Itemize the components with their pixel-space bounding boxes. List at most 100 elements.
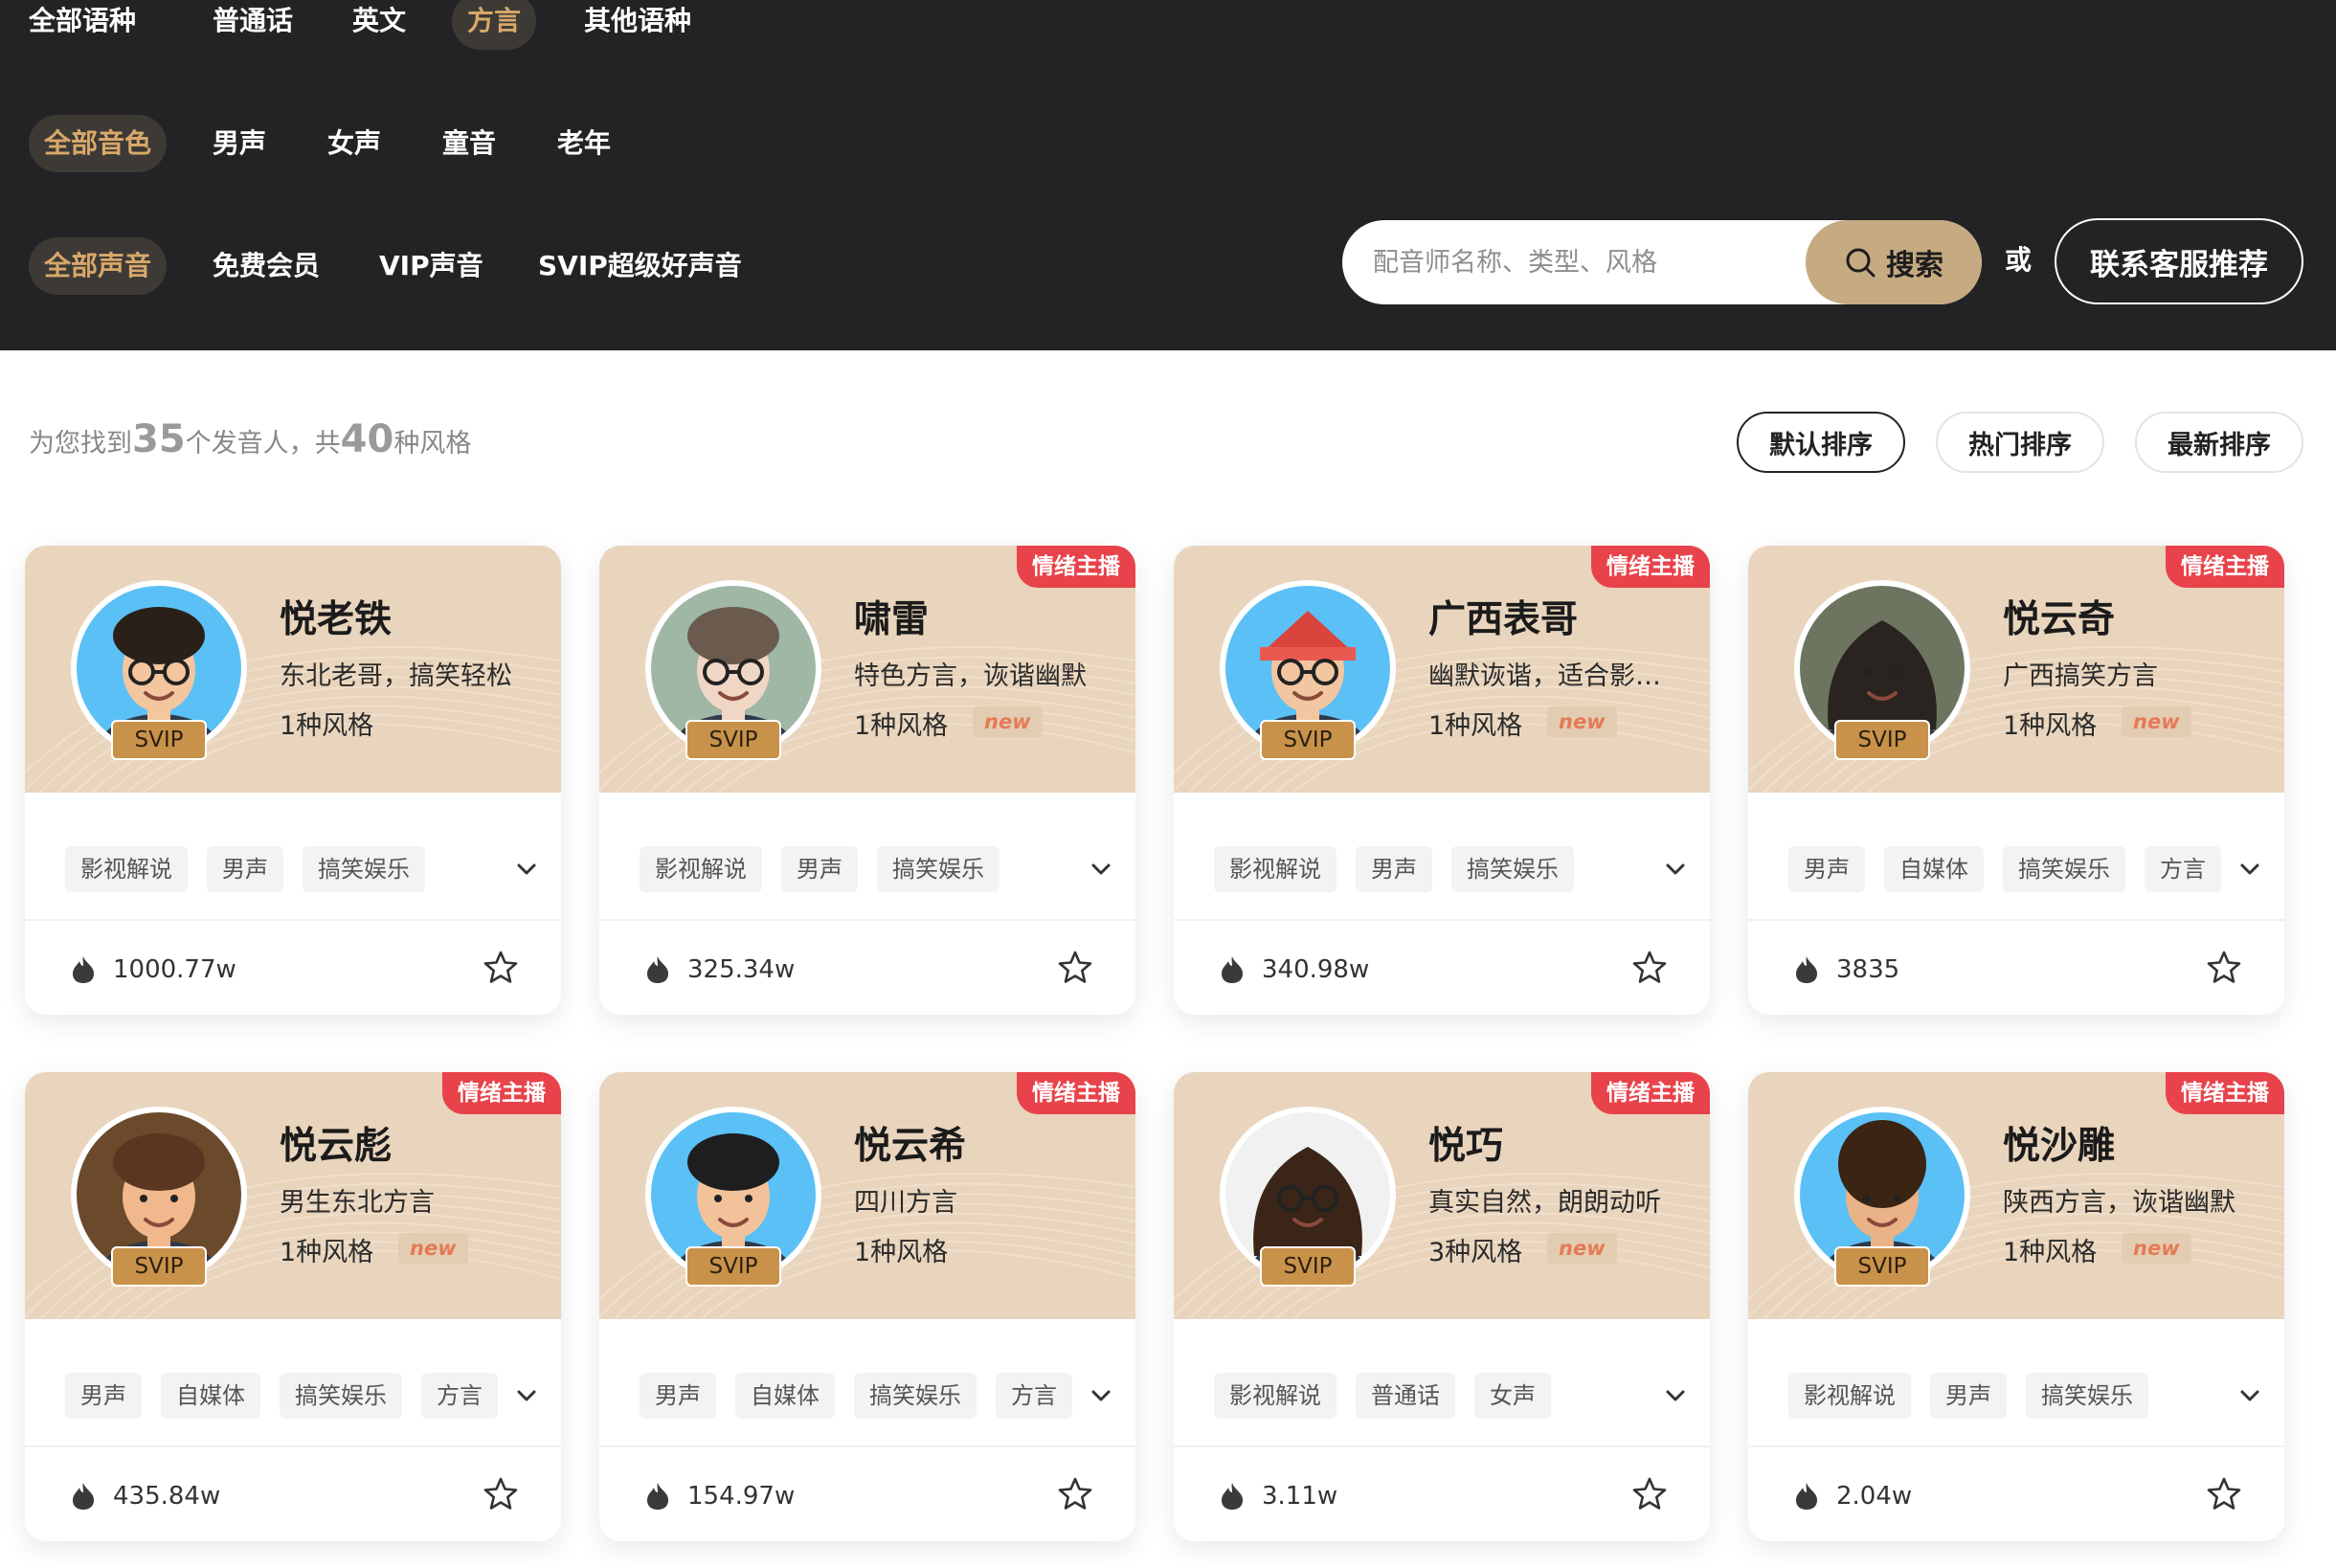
filter-timbre-male[interactable]: 男声 bbox=[213, 115, 266, 172]
chevron-down-icon[interactable] bbox=[513, 1382, 540, 1409]
chevron-down-icon[interactable] bbox=[1662, 1382, 1689, 1409]
category-tag[interactable]: 方言 bbox=[421, 1373, 498, 1419]
voice-name[interactable]: 广西表哥 bbox=[1428, 590, 1578, 643]
play-count: 154.97w bbox=[687, 1482, 796, 1511]
star-outline-icon[interactable] bbox=[1631, 1476, 1668, 1512]
category-tag[interactable]: 搞笑娱乐 bbox=[2003, 846, 2125, 892]
chevron-down-icon[interactable] bbox=[2236, 856, 2263, 883]
new-badge: new bbox=[2122, 1233, 2191, 1264]
category-tag[interactable]: 女声 bbox=[1474, 1373, 1551, 1419]
voice-name[interactable]: 悦沙雕 bbox=[2003, 1116, 2115, 1170]
chevron-down-icon[interactable] bbox=[1662, 856, 1689, 883]
play-count: 3835 bbox=[1836, 955, 1900, 984]
filter-language-english[interactable]: 英文 bbox=[352, 0, 406, 50]
voice-card[interactable]: 情绪主播 SVIP 啸雷 特色方言，诙谐幽默 1种风格 new 影视解说 男声 搞笑娱乐 325.… bbox=[599, 546, 1135, 1015]
chevron-down-icon[interactable] bbox=[1088, 1382, 1114, 1409]
category-tag[interactable]: 搞笑娱乐 bbox=[2026, 1373, 2148, 1419]
category-tag[interactable]: 男声 bbox=[640, 1373, 716, 1419]
category-tag[interactable]: 搞笑娱乐 bbox=[854, 1373, 977, 1419]
tag-list: 影视解说 男声 搞笑娱乐 bbox=[1788, 1373, 2148, 1419]
voice-card[interactable]: 情绪主播 SVIP 悦沙雕 陕西方言，诙谐幽默 1种风格 new 影视解说 男声 搞笑娱乐 2.0… bbox=[1748, 1072, 2284, 1541]
category-tag[interactable]: 自媒体 bbox=[161, 1373, 260, 1419]
voice-name[interactable]: 啸雷 bbox=[854, 590, 929, 643]
category-tag[interactable]: 方言 bbox=[2145, 846, 2221, 892]
tag-list: 男声 自媒体 搞笑娱乐 方言 bbox=[1788, 846, 2221, 892]
voice-card[interactable]: 情绪主播 SVIP 悦云奇 广西搞笑方言 1种风格 new 男声 自媒体 搞笑娱乐 方言 3835 bbox=[1748, 546, 2284, 1015]
svip-badge: SVIP bbox=[1260, 1246, 1356, 1287]
category-tag[interactable]: 男声 bbox=[781, 846, 858, 892]
voice-name[interactable]: 悦云彪 bbox=[280, 1116, 392, 1170]
result-summary: 为您找到35个发音人，共40种风格 bbox=[29, 417, 471, 461]
category-tag[interactable]: 影视解说 bbox=[65, 846, 188, 892]
category-tag[interactable]: 男声 bbox=[65, 1373, 142, 1419]
filter-timbre-all[interactable]: 全部音色 bbox=[29, 115, 168, 172]
card-header: 情绪主播 SVIP 悦沙雕 陕西方言，诙谐幽默 1种风格 new bbox=[1748, 1072, 2284, 1319]
star-outline-icon[interactable] bbox=[1057, 950, 1093, 986]
filter-language-all[interactable]: 全部语种 bbox=[29, 0, 136, 50]
voice-name[interactable]: 悦云希 bbox=[854, 1116, 966, 1170]
category-tag[interactable]: 男声 bbox=[1930, 1373, 2007, 1419]
voice-description: 广西搞笑方言 bbox=[2003, 661, 2158, 691]
category-tag[interactable]: 影视解说 bbox=[1214, 1373, 1336, 1419]
star-outline-icon[interactable] bbox=[1057, 1476, 1093, 1512]
play-count: 2.04w bbox=[1836, 1482, 1913, 1511]
filter-language-mandarin[interactable]: 普通话 bbox=[213, 0, 293, 50]
category-tag[interactable]: 影视解说 bbox=[640, 846, 762, 892]
sort-newest-button[interactable]: 最新排序 bbox=[2135, 412, 2303, 473]
mood-host-tag: 情绪主播 bbox=[2166, 546, 2284, 588]
category-tag[interactable]: 普通话 bbox=[1356, 1373, 1455, 1419]
chevron-down-icon[interactable] bbox=[513, 856, 540, 883]
filter-voice-svip[interactable]: SVIP超级好声音 bbox=[538, 237, 742, 295]
category-tag[interactable]: 影视解说 bbox=[1214, 846, 1336, 892]
star-outline-icon[interactable] bbox=[2206, 950, 2242, 986]
search-button-label: 搜索 bbox=[1886, 249, 1943, 282]
category-tag[interactable]: 搞笑娱乐 bbox=[1451, 846, 1574, 892]
play-count: 1000.77w bbox=[113, 955, 236, 984]
category-tag[interactable]: 自媒体 bbox=[735, 1373, 835, 1419]
voice-name[interactable]: 悦巧 bbox=[1428, 1116, 1503, 1170]
category-tag[interactable]: 男声 bbox=[1788, 846, 1865, 892]
svip-badge: SVIP bbox=[111, 720, 207, 760]
card-divider bbox=[599, 1445, 1135, 1447]
filter-timbre-female[interactable]: 女声 bbox=[327, 115, 381, 172]
filter-voice-all[interactable]: 全部声音 bbox=[29, 237, 168, 295]
category-tag[interactable]: 男声 bbox=[1356, 846, 1432, 892]
fire-icon bbox=[647, 1483, 668, 1510]
filter-header: 全部语种 普通话 英文 方言 其他语种 全部音色 男声 女声 童音 老年 全部声… bbox=[0, 0, 2336, 350]
filter-timbre-child[interactable]: 童音 bbox=[442, 115, 496, 172]
search-button[interactable]: 搜索 bbox=[1806, 220, 1982, 304]
chevron-down-icon[interactable] bbox=[1088, 856, 1114, 883]
star-outline-icon[interactable] bbox=[2206, 1476, 2242, 1512]
voice-card[interactable]: SVIP 悦老铁 东北老哥，搞笑轻松 1种风格 影视解说 男声 搞笑娱乐 1000.77w bbox=[25, 546, 561, 1015]
sort-default-button[interactable]: 默认排序 bbox=[1737, 412, 1905, 473]
voice-name[interactable]: 悦云奇 bbox=[2003, 590, 2115, 643]
chevron-down-icon[interactable] bbox=[2236, 1382, 2263, 1409]
star-outline-icon[interactable] bbox=[483, 950, 519, 986]
search-input[interactable] bbox=[1342, 220, 1802, 304]
voice-name[interactable]: 悦老铁 bbox=[280, 590, 392, 643]
filter-voice-vip[interactable]: VIP声音 bbox=[379, 237, 483, 295]
voice-card[interactable]: 情绪主播 SVIP 广西表哥幽默诙谐，适合影视解说 1种风格 new 影视解说男声搞笑娱乐… bbox=[1174, 546, 1710, 1015]
star-outline-icon[interactable] bbox=[1631, 950, 1668, 986]
voice-card[interactable]: 情绪主播 SVIP 悦云希 四川方言 1种风格 男声 自媒体 搞笑娱乐 方言 154.97w bbox=[599, 1072, 1135, 1541]
voice-card[interactable]: 情绪主播 SVIP 悦云彪 男生东北方言 1种风格 new 男声 自媒体 搞笑娱乐 方言 435.8… bbox=[25, 1072, 561, 1541]
voice-card[interactable]: 情绪主播 SVIP 悦巧 真实自然，朗朗动听 3种风格 new 影视解说 普通话 女声 3.11w bbox=[1174, 1072, 1710, 1541]
category-tag[interactable]: 男声 bbox=[207, 846, 283, 892]
category-tag[interactable]: 搞笑娱乐 bbox=[280, 1373, 402, 1419]
star-outline-icon[interactable] bbox=[483, 1476, 519, 1512]
search-box: 搜索 bbox=[1342, 220, 1982, 304]
category-tag[interactable]: 搞笑娱乐 bbox=[303, 846, 425, 892]
play-count: 435.84w bbox=[113, 1482, 221, 1511]
mood-host-tag: 情绪主播 bbox=[1017, 546, 1135, 588]
sort-popular-button[interactable]: 热门排序 bbox=[1936, 412, 2104, 473]
category-tag[interactable]: 影视解说 bbox=[1788, 1373, 1911, 1419]
filter-language-dialect[interactable]: 方言 bbox=[452, 0, 537, 50]
filter-timbre-elderly[interactable]: 老年 bbox=[557, 115, 611, 172]
contact-support-button[interactable]: 联系客服推荐 bbox=[2055, 218, 2303, 304]
card-header: 情绪主播 SVIP 广西表哥幽默诙谐，适合影视解说 1种风格 new bbox=[1174, 546, 1710, 793]
category-tag[interactable]: 方言 bbox=[996, 1373, 1072, 1419]
category-tag[interactable]: 自媒体 bbox=[1884, 846, 1984, 892]
filter-voice-free[interactable]: 免费会员 bbox=[213, 237, 320, 295]
category-tag[interactable]: 搞笑娱乐 bbox=[877, 846, 1000, 892]
filter-language-other[interactable]: 其他语种 bbox=[584, 0, 691, 50]
